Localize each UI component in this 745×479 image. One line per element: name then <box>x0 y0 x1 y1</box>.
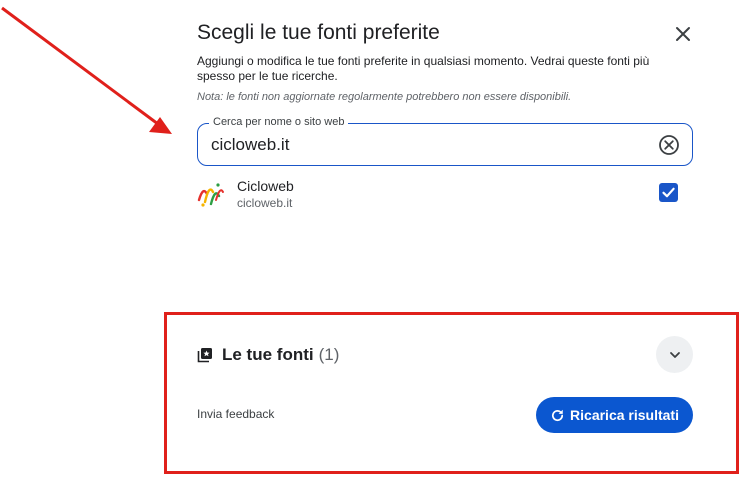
annotation-highlight-box <box>164 312 739 474</box>
sources-stack-icon <box>197 348 212 363</box>
source-checkbox[interactable] <box>659 183 678 202</box>
your-sources-header: Le tue fonti (1) <box>197 343 339 367</box>
refresh-icon <box>552 409 564 421</box>
dialog-description: Aggiungi o modifica le tue fonti preferi… <box>197 54 650 83</box>
search-field: Cerca per nome o sito web <box>197 116 693 166</box>
chevron-down-icon <box>669 351 680 358</box>
source-name: Cicloweb <box>237 178 294 194</box>
search-label: Cerca per nome o sito web <box>209 116 349 128</box>
close-button[interactable] <box>669 20 697 48</box>
close-icon <box>676 27 690 41</box>
search-input[interactable] <box>211 134 641 156</box>
reload-results-label: Ricarica risultati <box>570 407 679 423</box>
cicloweb-logo <box>197 183 224 207</box>
your-sources-count: (1) <box>318 345 340 364</box>
expand-sources-button[interactable] <box>656 336 693 373</box>
source-domain: cicloweb.it <box>237 196 293 210</box>
dialog-title: Scegli le tue fonti preferite <box>197 21 440 44</box>
checkmark-icon <box>662 187 675 198</box>
favorite-sources-dialog: Scegli le tue fonti preferite Aggiungi o… <box>0 0 745 479</box>
annotation-arrow <box>1 6 172 134</box>
annotation-arrow-shaft <box>1 6 159 126</box>
source-result-row[interactable]: Cicloweb cicloweb.it <box>197 176 693 212</box>
clear-circle-icon[interactable] <box>658 134 680 156</box>
dialog-note: Nota: le fonti non aggiornate regolarmen… <box>197 91 572 103</box>
reload-results-button[interactable]: Ricarica risultati <box>536 397 693 433</box>
your-sources-title: Le tue fonti <box>222 345 314 364</box>
send-feedback-link[interactable]: Invia feedback <box>197 407 274 421</box>
